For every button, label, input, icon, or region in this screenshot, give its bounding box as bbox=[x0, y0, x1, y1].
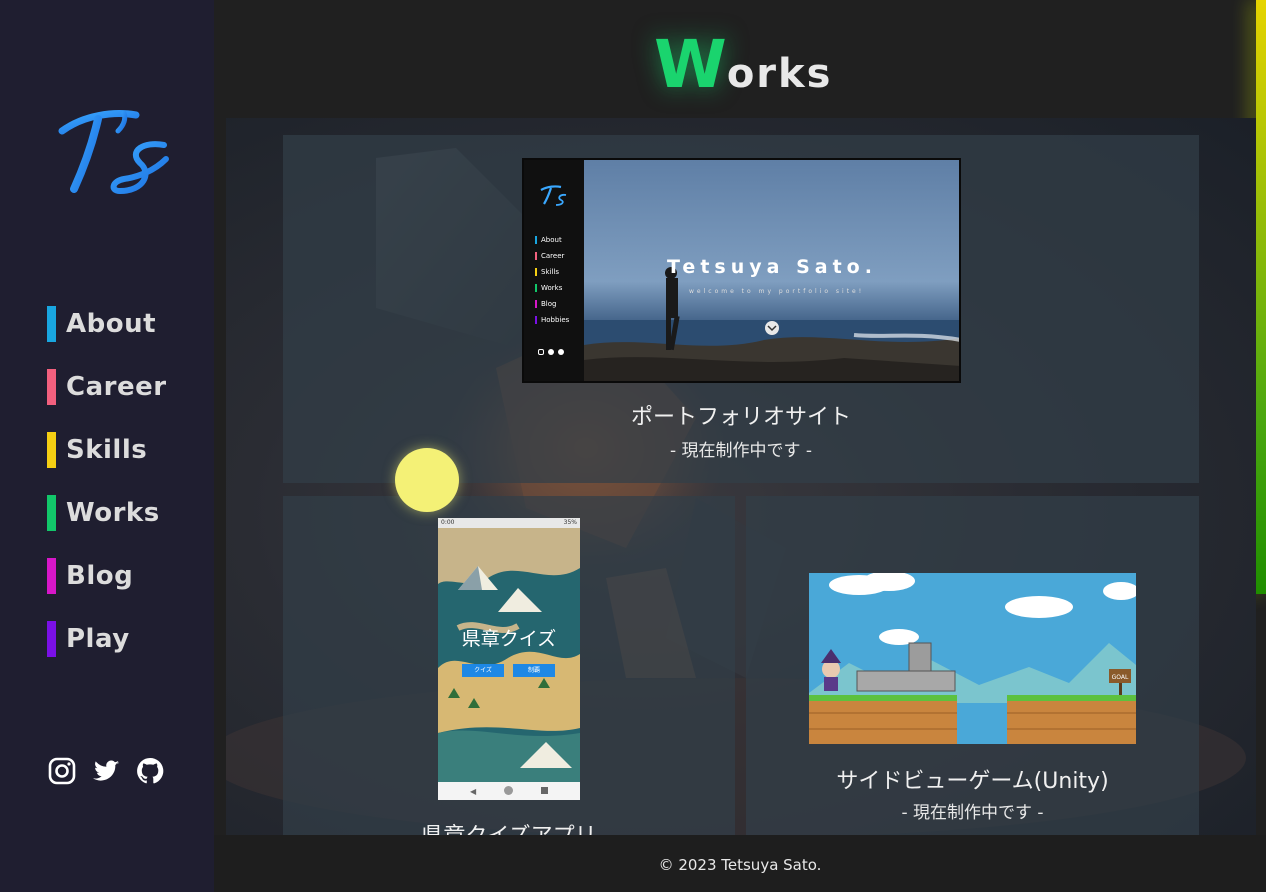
page-header: Works bbox=[214, 0, 1266, 118]
thumb-nav-works: Works bbox=[535, 284, 562, 292]
nav-item-blog[interactable]: Blog bbox=[47, 558, 167, 594]
work-title: ポートフォリオサイト bbox=[630, 405, 851, 430]
nav-label-career: Career bbox=[66, 372, 167, 402]
nav-color-bar bbox=[47, 369, 56, 405]
quiz-map-art bbox=[438, 528, 580, 782]
status-time: 0:00 bbox=[441, 519, 455, 526]
nav-label-about: About bbox=[66, 309, 157, 339]
page-footer: © 2023 Tetsuya Sato. bbox=[214, 835, 1266, 892]
recent-icon bbox=[541, 787, 548, 794]
thumb-sidebar: About Career Skills Works Blog Hobbies bbox=[524, 160, 584, 381]
phone-nav-bar: ◀ bbox=[438, 782, 580, 800]
portfolio-thumbnail[interactable]: About Career Skills Works Blog Hobbies T… bbox=[522, 158, 961, 383]
phone-status-bar: 0:00 35% bbox=[438, 518, 580, 528]
work-card-portfolio[interactable]: About Career Skills Works Blog Hobbies T… bbox=[283, 135, 1199, 483]
nav-item-about[interactable]: About bbox=[47, 306, 167, 342]
nav-label-blog: Blog bbox=[66, 561, 134, 591]
quiz-app-thumbnail[interactable]: 0:00 35% 県章クイズ クイズ 制覇 ◀ bbox=[438, 518, 580, 800]
copyright-text: © 2023 Tetsuya Sato. bbox=[658, 856, 822, 874]
nav-color-bar bbox=[47, 306, 56, 342]
nav-item-works[interactable]: Works bbox=[47, 495, 167, 531]
status-battery: 35% bbox=[563, 519, 577, 526]
game-thumbnail[interactable]: GOAL bbox=[809, 573, 1136, 744]
thumb-nav-hobbies: Hobbies bbox=[535, 316, 569, 324]
title-rest: orks bbox=[726, 51, 833, 97]
nav-item-career[interactable]: Career bbox=[47, 369, 167, 405]
nav-color-bar bbox=[47, 495, 56, 531]
site-logo[interactable] bbox=[54, 105, 174, 200]
work-card-side-view-game[interactable]: GOAL サイドビューゲーム(Unity) - 現在制作中です - bbox=[746, 496, 1199, 835]
nav-label-works: Works bbox=[66, 498, 160, 528]
social-links bbox=[47, 756, 165, 786]
thumb-nav-career: Career bbox=[535, 252, 564, 260]
thumb-nav-about: About bbox=[535, 236, 562, 244]
thumb-nav-blog: Blog bbox=[535, 300, 556, 308]
back-icon: ◀ bbox=[470, 787, 477, 796]
work-title: 県章クイズアプリ bbox=[283, 818, 735, 835]
page-title: Works bbox=[654, 26, 832, 103]
thumb-nav-skills: Skills bbox=[535, 268, 559, 276]
quiz-conquer-button[interactable]: 制覇 bbox=[513, 664, 555, 677]
works-section: About Career Skills Works Blog Hobbies T… bbox=[226, 118, 1256, 835]
thumb-logo bbox=[540, 185, 567, 206]
home-icon bbox=[504, 786, 513, 795]
github-icon[interactable] bbox=[135, 756, 165, 786]
nav-color-bar bbox=[47, 558, 56, 594]
thumb-social-icons bbox=[538, 349, 568, 357]
nav-item-play[interactable]: Play bbox=[47, 621, 167, 657]
thumb-hero-subtitle: welcome to my portfolio site! bbox=[689, 288, 865, 295]
nav-color-bar bbox=[47, 432, 56, 468]
nav-color-bar bbox=[47, 621, 56, 657]
thumb-hero-title: Tetsuya Sato. bbox=[667, 256, 877, 278]
glow-edge bbox=[1256, 0, 1266, 594]
cursor-follower-dot bbox=[395, 448, 459, 512]
instagram-icon[interactable] bbox=[47, 756, 77, 786]
main-nav: About Career Skills Works Blog Play bbox=[47, 306, 167, 684]
quiz-start-button[interactable]: クイズ bbox=[462, 664, 504, 677]
title-initial: W bbox=[654, 26, 727, 103]
work-title: サイドビューゲーム(Unity) bbox=[836, 769, 1109, 794]
work-subtitle: - 現在制作中です - bbox=[901, 803, 1044, 823]
quiz-app-title: 県章クイズ bbox=[461, 628, 557, 650]
nav-label-play: Play bbox=[66, 624, 130, 654]
nav-item-skills[interactable]: Skills bbox=[47, 432, 167, 468]
goal-sign-label: GOAL bbox=[1112, 674, 1129, 681]
nav-label-skills: Skills bbox=[66, 435, 148, 465]
twitter-icon[interactable] bbox=[91, 756, 121, 786]
work-card-quiz-app[interactable]: 0:00 35% 県章クイズ クイズ 制覇 ◀ bbox=[283, 496, 735, 835]
sidebar: About Career Skills Works Blog Play bbox=[0, 0, 214, 892]
